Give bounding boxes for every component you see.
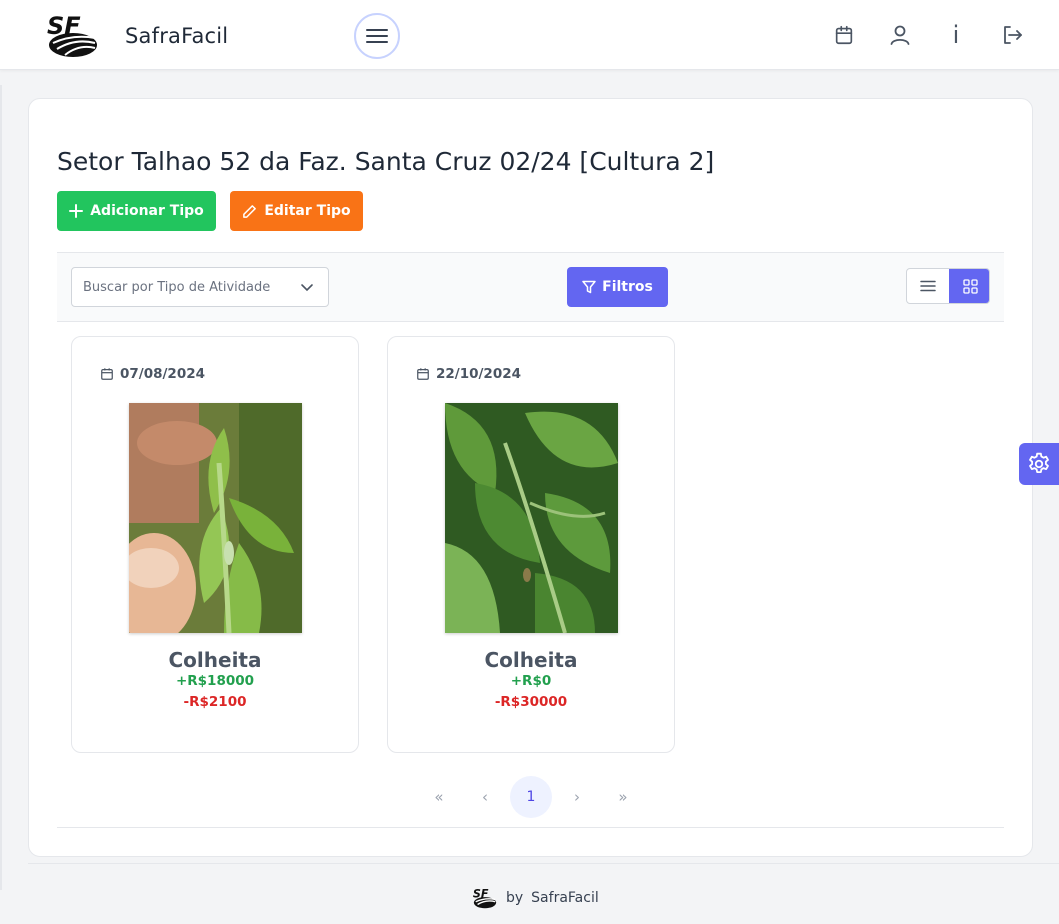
calendar-button[interactable] xyxy=(831,22,857,48)
activity-photo[interactable] xyxy=(129,403,302,633)
list-view-button[interactable] xyxy=(907,269,949,303)
gear-icon xyxy=(1029,452,1049,474)
safrafacil-logo[interactable]: SF xyxy=(45,10,101,60)
edit-type-label: Editar Tipo xyxy=(264,203,351,219)
list-icon xyxy=(920,280,936,292)
last-page-button[interactable]: » xyxy=(602,776,644,818)
activity-name: Colheita xyxy=(484,648,578,672)
safrafacil-logo: SF xyxy=(473,888,497,909)
chevron-down-icon xyxy=(301,284,313,292)
add-type-label: Adicionar Tipo xyxy=(90,203,204,219)
brand-name: SafraFacil xyxy=(125,24,229,48)
sidebar-edge xyxy=(0,85,2,890)
logout-icon xyxy=(1004,26,1022,44)
calendar-icon xyxy=(835,25,853,45)
plus-icon xyxy=(69,204,84,218)
divider xyxy=(57,827,1004,828)
activity-date: 22/10/2024 xyxy=(416,366,521,382)
view-mode-toggle xyxy=(906,268,990,304)
activity-type-select[interactable]: Buscar por Tipo de Atividade xyxy=(71,267,329,307)
activity-date: 07/08/2024 xyxy=(100,366,205,382)
info-icon: i xyxy=(952,21,960,49)
funnel-icon xyxy=(582,280,596,294)
calendar-icon xyxy=(417,368,429,380)
page-title: Setor Talhao 52 da Faz. Santa Cruz 02/24… xyxy=(57,147,715,176)
filters-label: Filtros xyxy=(602,279,653,295)
add-type-button[interactable]: Adicionar Tipo xyxy=(57,191,216,231)
footer-brand: SafraFacil xyxy=(531,890,599,906)
hamburger-icon xyxy=(366,29,388,43)
grid-view-button[interactable] xyxy=(949,269,989,303)
pencil-icon xyxy=(243,204,257,218)
activity-income: +R$0 xyxy=(510,673,552,689)
activity-income: +R$18000 xyxy=(175,673,255,689)
activity-name: Colheita xyxy=(168,648,262,672)
profile-button[interactable] xyxy=(887,22,913,48)
activity-expense: -R$30000 xyxy=(494,694,568,710)
settings-tab[interactable] xyxy=(1019,443,1059,485)
footer-by-text: by xyxy=(506,890,524,906)
activity-date-text: 07/08/2024 xyxy=(120,366,206,382)
activity-type-placeholder: Buscar por Tipo de Atividade xyxy=(83,280,271,295)
prev-page-button[interactable]: ‹ xyxy=(464,776,506,818)
calendar-icon xyxy=(101,368,113,380)
grid-icon xyxy=(962,278,978,294)
filters-button[interactable]: Filtros xyxy=(567,267,668,307)
activity-card[interactable]: 22/10/2024 Colheita +R$0 -R$30000 xyxy=(387,336,675,753)
logout-button[interactable] xyxy=(999,22,1025,48)
activity-photo[interactable] xyxy=(445,403,618,633)
activity-expense: -R$2100 xyxy=(183,694,247,710)
first-page-button[interactable]: « xyxy=(418,776,460,818)
activity-card[interactable]: 07/08/2024 Colheita +R$18000 -R$2100 xyxy=(71,336,359,753)
next-page-button[interactable]: › xyxy=(556,776,598,818)
menu-toggle-button[interactable] xyxy=(354,13,400,59)
activity-date-text: 22/10/2024 xyxy=(436,366,522,382)
edit-type-button[interactable]: Editar Tipo xyxy=(230,191,363,231)
top-navbar: SF SafraFacil i xyxy=(0,0,1059,70)
user-icon xyxy=(890,25,910,45)
footer: SF by SafraFacil xyxy=(472,886,599,910)
info-button[interactable]: i xyxy=(943,21,969,49)
page-number-current[interactable]: 1 xyxy=(510,776,552,818)
footer-divider xyxy=(28,863,1059,864)
